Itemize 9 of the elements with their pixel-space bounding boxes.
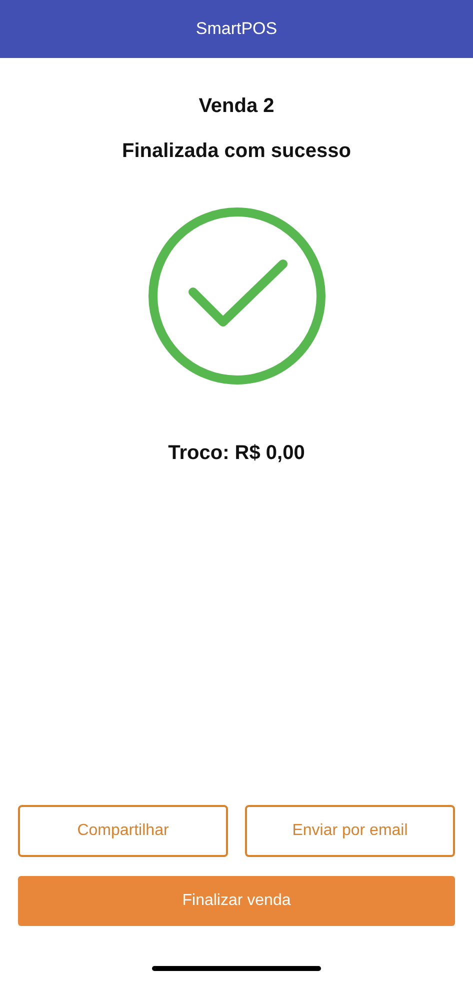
app-title: SmartPOS <box>196 19 278 39</box>
outline-button[interactable]: Enviar por email <box>245 805 455 857</box>
status-text: Finalizada com sucesso <box>122 140 351 163</box>
outline-button[interactable]: Compartilhar <box>18 805 228 857</box>
home-indicator[interactable] <box>152 966 321 971</box>
sale-title: Venda 2 <box>198 95 274 118</box>
success-check-icon <box>146 206 326 386</box>
change-amount: Troco: R$ 0,00 <box>168 442 305 465</box>
finish-sale-button[interactable]: Finalizar venda <box>18 876 455 926</box>
